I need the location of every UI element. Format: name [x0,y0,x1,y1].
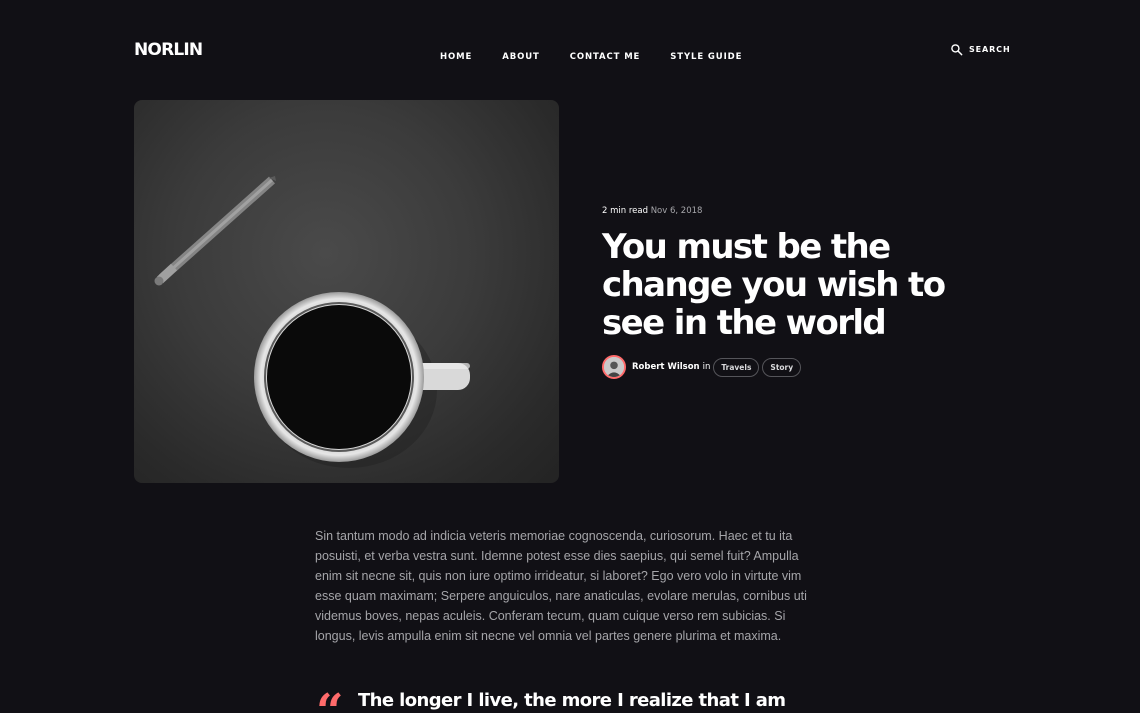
search-label: SEARCH [969,45,1011,54]
nav-link-style-guide[interactable]: STYLE GUIDE [670,52,742,62]
post-blockquote: The longer I live, the more I realize th… [358,690,786,711]
quote-mark-icon: “ [316,684,344,713]
post-date: Nov 6, 2018 [650,206,703,216]
coffee-and-pencil-image [154,176,470,468]
avatar-image [604,357,624,377]
author-in-label: in [702,362,711,372]
post-meta: 2 min read Nov 6, 2018 [602,206,702,216]
nav-link-about[interactable]: ABOUT [502,52,539,62]
search-icon [951,44,963,56]
post-featured-image[interactable] [134,100,559,483]
post-title: You must be the change you wish to see i… [602,227,946,343]
read-time: 2 min read [602,206,648,216]
site-logo[interactable]: NORLIN [134,40,203,60]
author-name-link[interactable]: Robert Wilson [632,362,700,372]
nav-item-home: HOME [440,46,472,64]
nav-link-contact[interactable]: CONTACT ME [570,52,641,62]
post-author-row: Robert Wilson in Travels Story [602,355,804,379]
post-body-paragraph: Sin tantum modo ad indicia veteris memor… [315,529,807,643]
tag-story[interactable]: Story [762,357,802,377]
author-avatar[interactable] [602,355,626,379]
tag-travels[interactable]: Travels [713,357,760,377]
nav-item-about: ABOUT [502,46,539,64]
main-nav: HOME ABOUT CONTACT ME STYLE GUIDE [440,46,742,64]
site-header: NORLIN HOME ABOUT CONTACT ME STYLE GUIDE… [0,0,1140,100]
nav-item-style-guide: STYLE GUIDE [670,46,742,64]
nav-item-contact: CONTACT ME [570,46,641,64]
nav-link-home[interactable]: HOME [440,52,472,62]
pencil-shape [154,176,276,286]
search-button[interactable]: SEARCH [950,43,1011,56]
